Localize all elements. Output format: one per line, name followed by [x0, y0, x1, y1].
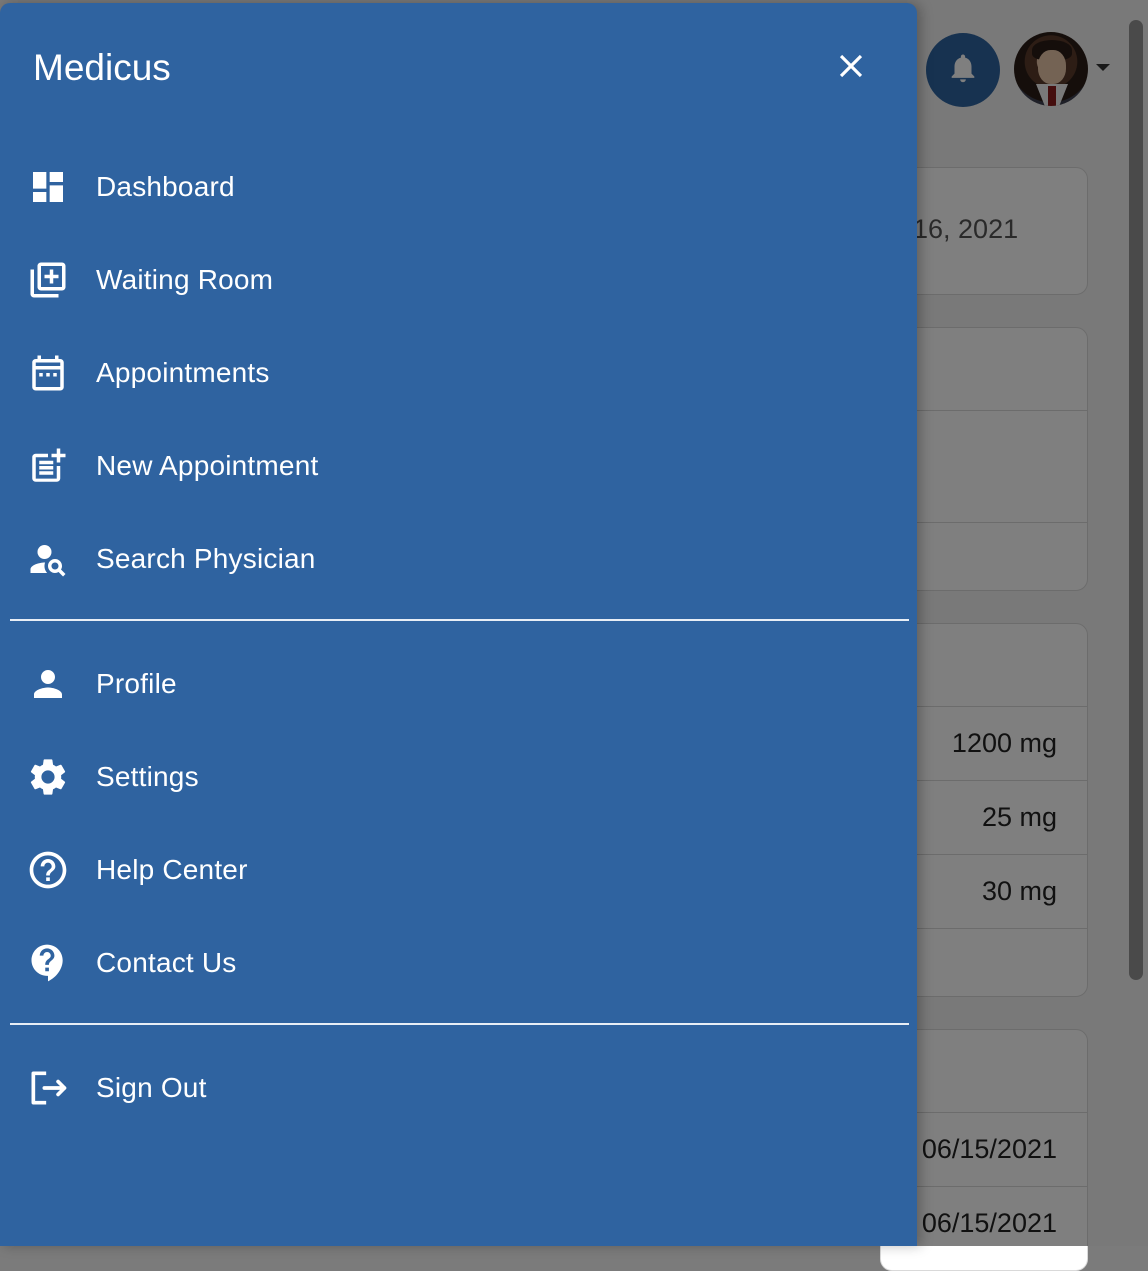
nav-item-label: Sign Out [96, 1071, 207, 1103]
nav-item-label: Waiting Room [96, 263, 274, 295]
nav-item-waiting-room[interactable]: Waiting Room [0, 233, 909, 326]
contact-support-icon [26, 941, 70, 985]
calendar-icon [26, 351, 70, 395]
close-icon [832, 54, 870, 89]
help-circle-icon [26, 848, 70, 892]
nav-item-contact-us[interactable]: Contact Us [0, 916, 909, 1009]
logout-icon [26, 1066, 70, 1110]
nav-item-appointments[interactable]: Appointments [0, 326, 909, 419]
close-button[interactable] [832, 47, 870, 85]
nav-item-sign-out[interactable]: Sign Out [0, 1041, 909, 1134]
gear-icon [26, 755, 70, 799]
nav-item-label: Appointments [96, 356, 270, 388]
scrollbar[interactable] [1129, 20, 1143, 980]
nav-item-label: Dashboard [96, 170, 235, 202]
nav-item-label: Search Physician [96, 542, 316, 574]
divider [10, 1023, 909, 1025]
nav-item-label: Help Center [96, 853, 248, 885]
add-to-queue-icon [26, 258, 70, 302]
person-icon [26, 662, 70, 706]
app-title: Medicus [33, 47, 171, 88]
dashboard-icon [26, 165, 70, 209]
nav-item-settings[interactable]: Settings [0, 730, 909, 823]
person-search-icon [26, 537, 70, 581]
nav-item-label: Contact Us [96, 946, 237, 978]
nav-item-help-center[interactable]: Help Center [0, 823, 909, 916]
nav-item-label: New Appointment [96, 449, 319, 481]
nav-item-label: Settings [96, 760, 199, 792]
post-add-icon [26, 444, 70, 488]
nav-item-new-appointment[interactable]: New Appointment [0, 419, 909, 512]
navigation-drawer: Medicus Dashboard Waiting Room Appointme… [0, 3, 917, 1246]
nav-item-label: Profile [96, 667, 177, 699]
nav-item-search-physician[interactable]: Search Physician [0, 512, 909, 605]
nav-item-dashboard[interactable]: Dashboard [0, 140, 909, 233]
nav-item-profile[interactable]: Profile [0, 637, 909, 730]
divider [10, 619, 909, 621]
